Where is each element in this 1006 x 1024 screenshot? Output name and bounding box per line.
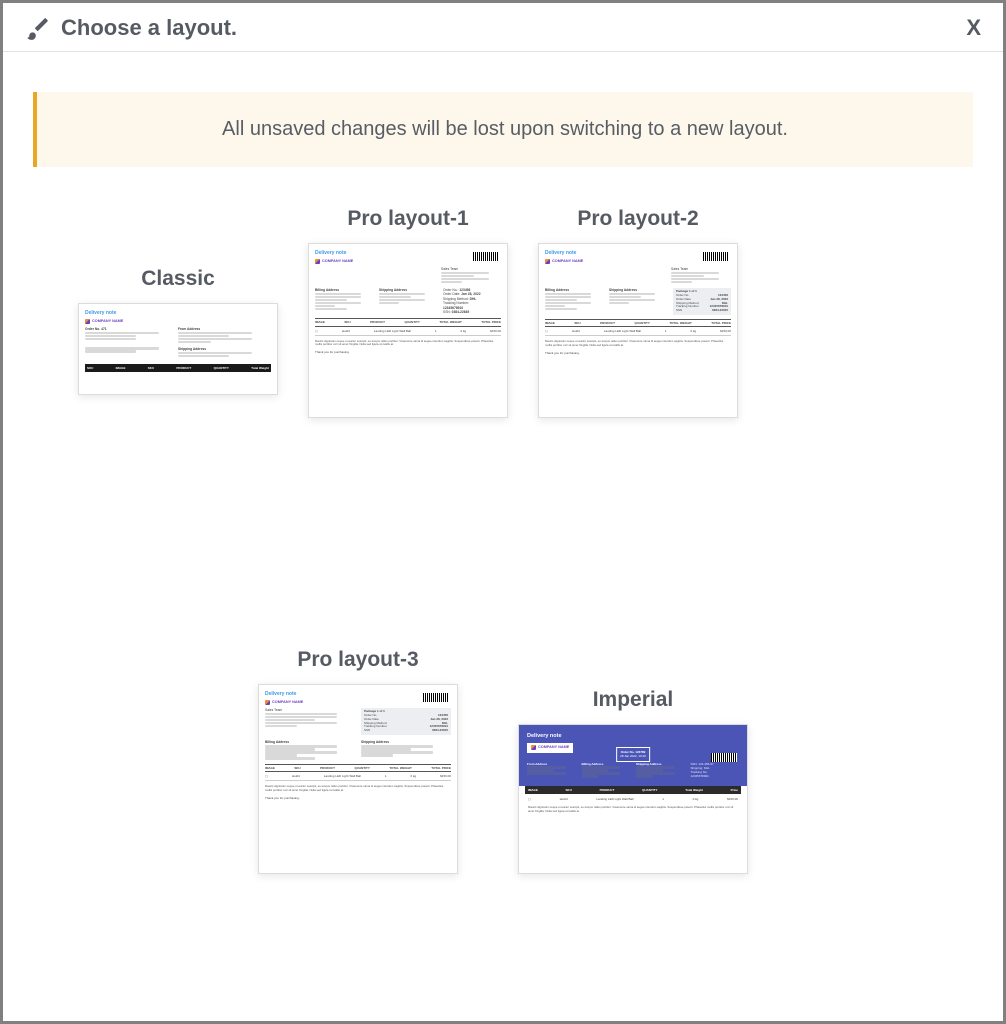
logo-icon [531,745,536,750]
thanks-text: Thank you for purchasing. [265,796,451,800]
barcode-icon [473,252,499,261]
preview-company: COMPANY NAME [527,743,573,752]
preview-company-name: COMPANY NAME [92,319,123,324]
brush-icon [25,15,51,41]
layout-grid: Classic Delivery note COMPANY NAME Order… [3,167,1003,874]
layout-label-pro1: Pro layout-1 [347,207,468,231]
table-row: ▢sku04Landing LED Light Wall Ball 10 kg$… [525,794,741,804]
preview-pro3: Delivery note COMPANY NAME Sales Team Pa… [258,684,458,874]
preview-pro1: Delivery note COMPANY NAME Sales Team Bi… [308,243,508,418]
barcode-icon [703,252,729,261]
thanks-text: Thank you for purchasing. [545,351,731,355]
footer-note: Mauris dignissim neque ut auctor suscipi… [525,804,741,814]
preview-pro2: Delivery note COMPANY NAME Sales Team Bi… [538,243,738,418]
package-box: Package 1 of 1 Order No.123456 Order Dat… [361,708,451,735]
logo-icon [545,259,550,264]
preview-company: COMPANY NAME [85,319,271,324]
layout-label-imperial: Imperial [593,688,674,712]
footer-note: Mauris dignissim neque ut auctor suscipi… [315,340,501,348]
layout-option-pro1[interactable]: Pro layout-1 Delivery note COMPANY NAME … [308,207,508,418]
layout-label-pro3: Pro layout-3 [297,648,418,672]
package-box: Package 1 of 1 Order No.123456 Order Dat… [673,288,731,315]
preview-company-name: COMPANY NAME [272,700,303,705]
shipping-label: Shipping Address [609,288,667,292]
table-header: IMAGESKUPRODUCT QUANTITYTotal WeightPric… [525,786,741,794]
table-header: IMAGESKUPRODUCT QUANTITYTOTAL WEIGHTTOTA… [265,764,451,772]
footer-note: Mauris dignissim neque ut auctor suscipi… [545,340,731,348]
layout-option-pro2[interactable]: Pro layout-2 Delivery note COMPANY NAME … [538,207,738,418]
preview-classic: Delivery note COMPANY NAME Order No. 471… [78,303,278,395]
shipping-label: Shipping Address [178,347,271,351]
preview-company-name: COMPANY NAME [322,259,353,264]
preview-company-name: COMPANY NAME [552,259,583,264]
barcode-icon [423,693,449,702]
from-label: From Address [178,327,271,331]
logo-icon [265,700,270,705]
imperial-header: Delivery note COMPANY NAME Order No. 123… [519,725,747,786]
layout-label-pro2: Pro layout-2 [577,207,698,231]
preview-doc-title: Delivery note [527,733,739,740]
table-header: IMAGESKUPRODUCT QUANTITYTOTAL WEIGHTTOTA… [315,318,501,326]
layout-option-classic[interactable]: Classic Delivery note COMPANY NAME Order… [78,267,278,418]
layout-option-imperial[interactable]: Imperial Delivery note COMPANY NAME Orde… [518,688,748,874]
billing-label: Billing Address [265,740,355,744]
table-row: ▢sku04Landing LED Light Wall Ball 10 kg$… [315,327,501,336]
shipping-label: Shipping Address [361,740,451,744]
close-button[interactable]: X [966,15,981,41]
table-header: SKUIMAGESKU PRODUCTQUANTITYTotal Weight [85,364,271,372]
logo-icon [85,319,90,324]
logo-icon [315,259,320,264]
table-row: ▢sku04Landing LED Light Wall Ball 10 kg$… [545,327,731,336]
modal-title: Choose a layout. [61,15,237,41]
warning-text: All unsaved changes will be lost upon sw… [222,118,788,140]
layout-label-classic: Classic [141,267,215,291]
footer-note: Mauris dignissim neque ut auctor suscipi… [265,785,451,793]
barcode-icon [711,753,737,762]
billing-label: Billing Address [315,288,373,292]
table-row: ▢sku04Landing LED Light Wall Ball 10 kg$… [265,772,451,781]
header-left: Choose a layout. [25,15,237,41]
modal-header: Choose a layout. X [3,3,1003,52]
preview-company-name: COMPANY NAME [538,745,569,750]
preview-doc-title: Delivery note [85,310,271,317]
warning-banner: All unsaved changes will be lost upon sw… [33,92,973,167]
thanks-text: Thank you for purchasing. [315,350,501,354]
order-box: Order No. 123789 28 Jan 2022, 10:40 [616,747,650,762]
preview-imperial: Delivery note COMPANY NAME Order No. 123… [518,724,748,874]
shipping-label: Shipping Address [379,288,437,292]
table-header: IMAGESKUPRODUCT QUANTITYTOTAL WEIGHTTOTA… [545,319,731,327]
billing-label: Billing Address [545,288,603,292]
layout-option-pro3[interactable]: Pro layout-3 Delivery note COMPANY NAME … [258,648,458,874]
